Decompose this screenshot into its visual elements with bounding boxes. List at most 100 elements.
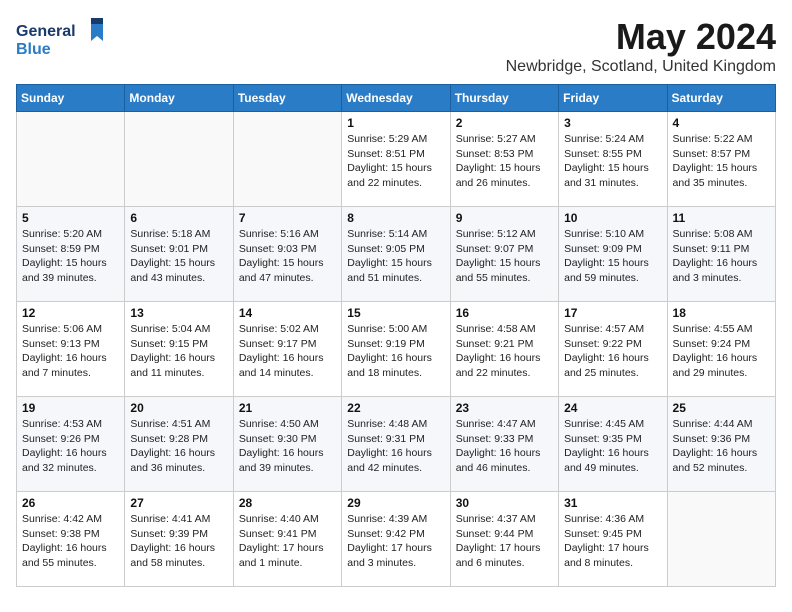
day-number: 11 — [673, 211, 770, 225]
day-number: 29 — [347, 496, 444, 510]
day-number: 23 — [456, 401, 553, 415]
day-info: Sunrise: 4:36 AMSunset: 9:45 PMDaylight:… — [564, 512, 661, 571]
calendar-cell — [233, 112, 341, 207]
logo: GeneralBlue — [16, 16, 106, 61]
day-info: Sunrise: 5:12 AMSunset: 9:07 PMDaylight:… — [456, 227, 553, 286]
day-info: Sunrise: 4:47 AMSunset: 9:33 PMDaylight:… — [456, 417, 553, 476]
calendar-cell: 29 Sunrise: 4:39 AMSunset: 9:42 PMDayligh… — [342, 492, 450, 587]
calendar-cell: 26Sunrise: 4:42 AMSunset: 9:38 PMDayligh… — [17, 492, 125, 587]
day-number: 2 — [456, 116, 553, 130]
day-number: 18 — [673, 306, 770, 320]
day-number: 19 — [22, 401, 119, 415]
day-number: 31 — [564, 496, 661, 510]
day-number: 9 — [456, 211, 553, 225]
calendar-cell — [17, 112, 125, 207]
calendar-cell: 28 Sunrise: 4:40 AMSunset: 9:41 PMDayligh… — [233, 492, 341, 587]
calendar-cell: 7Sunrise: 5:16 AMSunset: 9:03 PMDaylight… — [233, 207, 341, 302]
day-info: Sunrise: 5:29 AMSunset: 8:51 PMDaylight:… — [347, 132, 444, 191]
day-info: Sunrise: 5:22 AMSunset: 8:57 PMDaylight:… — [673, 132, 770, 191]
calendar-week-1: 1 Sunrise: 5:29 AMSunset: 8:51 PMDaylight… — [17, 112, 776, 207]
day-info: Sunrise: 4:37 AMSunset: 9:44 PMDaylight:… — [456, 512, 553, 571]
day-number: 10 — [564, 211, 661, 225]
month-title: May 2024 — [506, 16, 776, 58]
calendar-cell: 11 Sunrise: 5:08 AMSunset: 9:11 PMDayligh… — [667, 207, 775, 302]
day-number: 8 — [347, 211, 444, 225]
day-number: 14 — [239, 306, 336, 320]
calendar-cell: 8 Sunrise: 5:14 AMSunset: 9:05 PMDaylight… — [342, 207, 450, 302]
day-number: 13 — [130, 306, 227, 320]
calendar-cell: 30 Sunrise: 4:37 AMSunset: 9:44 PMDayligh… — [450, 492, 558, 587]
calendar-cell: 5 Sunrise: 5:20 AMSunset: 8:59 PMDaylight… — [17, 207, 125, 302]
day-number: 3 — [564, 116, 661, 130]
day-number: 30 — [456, 496, 553, 510]
location: Newbridge, Scotland, United Kingdom — [506, 58, 776, 76]
day-info: Sunrise: 4:39 AMSunset: 9:42 PMDaylight:… — [347, 512, 444, 571]
day-header-thursday: Thursday — [450, 85, 558, 112]
calendar-cell: 24Sunrise: 4:45 AMSunset: 9:35 PMDayligh… — [559, 397, 667, 492]
calendar-cell: 2 Sunrise: 5:27 AMSunset: 8:53 PMDaylight… — [450, 112, 558, 207]
calendar-cell: 16Sunrise: 4:58 AMSunset: 9:21 PMDayligh… — [450, 302, 558, 397]
calendar-cell: 23 Sunrise: 4:47 AMSunset: 9:33 PMDayligh… — [450, 397, 558, 492]
day-number: 21 — [239, 401, 336, 415]
day-header-friday: Friday — [559, 85, 667, 112]
day-info: Sunrise: 4:48 AMSunset: 9:31 PMDaylight:… — [347, 417, 444, 476]
logo-svg: GeneralBlue — [16, 16, 106, 61]
calendar-week-5: 26Sunrise: 4:42 AMSunset: 9:38 PMDayligh… — [17, 492, 776, 587]
calendar-cell — [125, 112, 233, 207]
page-header: GeneralBlue May 2024 Newbridge, Scotland… — [16, 16, 776, 76]
day-info: Sunrise: 5:27 AMSunset: 8:53 PMDaylight:… — [456, 132, 553, 191]
calendar-cell: 12Sunrise: 5:06 AMSunset: 9:13 PMDayligh… — [17, 302, 125, 397]
day-info: Sunrise: 4:53 AMSunset: 9:26 PMDaylight:… — [22, 417, 119, 476]
day-info: Sunrise: 4:42 AMSunset: 9:38 PMDaylight:… — [22, 512, 119, 571]
day-number: 24 — [564, 401, 661, 415]
day-header-saturday: Saturday — [667, 85, 775, 112]
svg-text:General: General — [16, 23, 76, 40]
day-info: Sunrise: 5:14 AMSunset: 9:05 PMDaylight:… — [347, 227, 444, 286]
calendar-week-2: 5 Sunrise: 5:20 AMSunset: 8:59 PMDaylight… — [17, 207, 776, 302]
calendar-header-row: SundayMondayTuesdayWednesdayThursdayFrid… — [17, 85, 776, 112]
day-number: 12 — [22, 306, 119, 320]
day-number: 28 — [239, 496, 336, 510]
calendar-cell: 17Sunrise: 4:57 AMSunset: 9:22 PMDayligh… — [559, 302, 667, 397]
day-info: Sunrise: 4:44 AMSunset: 9:36 PMDaylight:… — [673, 417, 770, 476]
day-header-tuesday: Tuesday — [233, 85, 341, 112]
calendar-cell: 20 Sunrise: 4:51 AMSunset: 9:28 PMDayligh… — [125, 397, 233, 492]
day-info: Sunrise: 5:08 AMSunset: 9:11 PMDaylight:… — [673, 227, 770, 286]
day-info: Sunrise: 4:55 AMSunset: 9:24 PMDaylight:… — [673, 322, 770, 381]
calendar-cell: 1 Sunrise: 5:29 AMSunset: 8:51 PMDaylight… — [342, 112, 450, 207]
day-info: Sunrise: 4:51 AMSunset: 9:28 PMDaylight:… — [130, 417, 227, 476]
day-info: Sunrise: 5:24 AMSunset: 8:55 PMDaylight:… — [564, 132, 661, 191]
day-info: Sunrise: 5:02 AMSunset: 9:17 PMDaylight:… — [239, 322, 336, 381]
calendar-cell: 25 Sunrise: 4:44 AMSunset: 9:36 PMDayligh… — [667, 397, 775, 492]
day-info: Sunrise: 5:16 AMSunset: 9:03 PMDaylight:… — [239, 227, 336, 286]
calendar-cell — [667, 492, 775, 587]
day-info: Sunrise: 5:10 AMSunset: 9:09 PMDaylight:… — [564, 227, 661, 286]
day-number: 5 — [22, 211, 119, 225]
day-number: 15 — [347, 306, 444, 320]
calendar-cell: 14 Sunrise: 5:02 AMSunset: 9:17 PMDayligh… — [233, 302, 341, 397]
day-info: Sunrise: 5:00 AMSunset: 9:19 PMDaylight:… — [347, 322, 444, 381]
calendar-cell: 18 Sunrise: 4:55 AMSunset: 9:24 PMDayligh… — [667, 302, 775, 397]
calendar-cell: 15 Sunrise: 5:00 AMSunset: 9:19 PMDayligh… — [342, 302, 450, 397]
calendar-cell: 4 Sunrise: 5:22 AMSunset: 8:57 PMDaylight… — [667, 112, 775, 207]
calendar-table: SundayMondayTuesdayWednesdayThursdayFrid… — [16, 84, 776, 587]
calendar-cell: 6Sunrise: 5:18 AMSunset: 9:01 PMDaylight… — [125, 207, 233, 302]
day-number: 4 — [673, 116, 770, 130]
day-header-wednesday: Wednesday — [342, 85, 450, 112]
day-number: 20 — [130, 401, 227, 415]
day-header-monday: Monday — [125, 85, 233, 112]
calendar-cell: 27Sunrise: 4:41 AMSunset: 9:39 PMDayligh… — [125, 492, 233, 587]
day-number: 1 — [347, 116, 444, 130]
svg-text:Blue: Blue — [16, 41, 51, 58]
day-number: 25 — [673, 401, 770, 415]
calendar-cell: 3 Sunrise: 5:24 AMSunset: 8:55 PMDaylight… — [559, 112, 667, 207]
calendar-cell: 22Sunrise: 4:48 AMSunset: 9:31 PMDayligh… — [342, 397, 450, 492]
day-info: Sunrise: 5:20 AMSunset: 8:59 PMDaylight:… — [22, 227, 119, 286]
day-info: Sunrise: 4:58 AMSunset: 9:21 PMDaylight:… — [456, 322, 553, 381]
day-info: Sunrise: 4:40 AMSunset: 9:41 PMDaylight:… — [239, 512, 336, 571]
calendar-cell: 19 Sunrise: 4:53 AMSunset: 9:26 PMDayligh… — [17, 397, 125, 492]
day-info: Sunrise: 4:57 AMSunset: 9:22 PMDaylight:… — [564, 322, 661, 381]
day-info: Sunrise: 5:04 AMSunset: 9:15 PMDaylight:… — [130, 322, 227, 381]
day-info: Sunrise: 5:18 AMSunset: 9:01 PMDaylight:… — [130, 227, 227, 286]
calendar-week-3: 12Sunrise: 5:06 AMSunset: 9:13 PMDayligh… — [17, 302, 776, 397]
